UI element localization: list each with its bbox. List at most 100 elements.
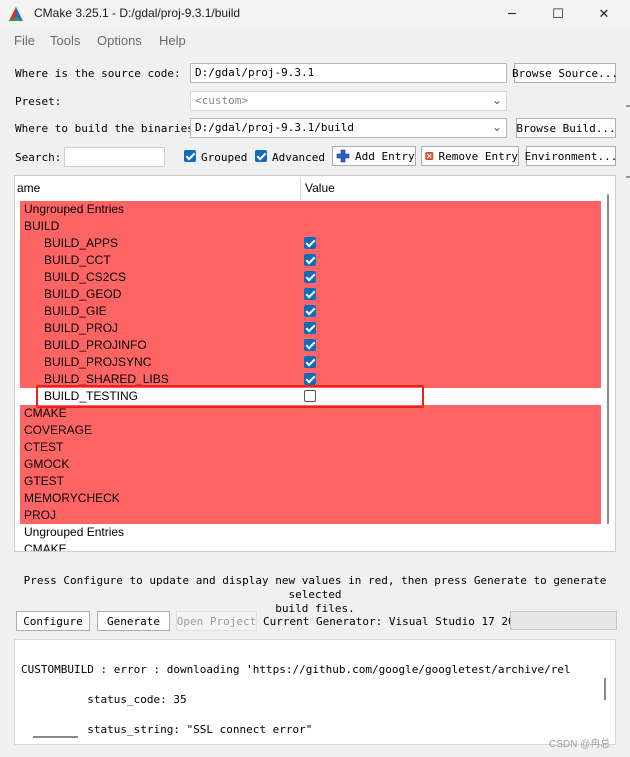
table-row[interactable]: BUILD_APPS xyxy=(20,235,601,252)
menu-tools[interactable]: Tools xyxy=(50,33,80,48)
table-row[interactable]: GMOCK xyxy=(20,456,601,473)
preset-value: <custom> xyxy=(195,94,248,107)
row-label: BUILD_SHARED_LIBS xyxy=(44,372,169,386)
output-hscrollbar-thumb[interactable] xyxy=(33,736,78,738)
preset-label: Preset: xyxy=(15,95,62,108)
browse-build-button[interactable]: Browse Build... xyxy=(516,118,616,138)
table-scrollbar[interactable] xyxy=(603,176,615,551)
row-label: BUILD_PROJ xyxy=(44,321,119,335)
table-row[interactable]: Ungrouped Entries xyxy=(20,201,601,218)
row-label: Ungrouped Entries xyxy=(24,525,125,539)
table-row[interactable]: GTEST xyxy=(20,473,601,490)
advanced-checkbox[interactable] xyxy=(255,150,267,162)
row-label: Ungrouped Entries xyxy=(24,202,125,216)
x-icon xyxy=(425,152,434,160)
title-bar: CMake 3.25.1 - D:/gdal/proj-9.3.1/build … xyxy=(0,0,630,28)
column-header-name[interactable]: ame xyxy=(17,176,299,200)
table-row[interactable]: PROJ xyxy=(20,507,601,524)
row-label: BUILD_PROJINFO xyxy=(44,338,147,352)
row-label: GMOCK xyxy=(24,457,70,471)
row-value-checkbox[interactable] xyxy=(304,373,316,385)
table-row[interactable]: BUILD_PROJINFO xyxy=(20,337,601,354)
row-value-checkbox[interactable] xyxy=(304,271,316,283)
table-row[interactable]: CMAKE xyxy=(20,541,601,552)
row-value-checkbox[interactable] xyxy=(304,254,316,266)
table-row[interactable]: BUILD_CCT xyxy=(20,252,601,269)
remove-entry-button[interactable]: Remove Entry xyxy=(421,146,519,166)
row-label: BUILD xyxy=(24,219,60,233)
preset-combo[interactable]: <custom> ⌄ xyxy=(190,91,507,111)
table-row[interactable]: BUILD_PROJSYNC xyxy=(20,354,601,371)
output-line: status_code: 35 xyxy=(21,693,187,706)
table-row[interactable]: BUILD_PROJ xyxy=(20,320,601,337)
maximize-button[interactable]: ☐ xyxy=(536,0,580,28)
row-value-checkbox[interactable] xyxy=(304,237,316,249)
table-row[interactable]: CTEST xyxy=(20,439,601,456)
row-label: MEMORYCHECK xyxy=(24,491,120,505)
cmake-window: CMake 3.25.1 - D:/gdal/proj-9.3.1/build … xyxy=(0,0,630,757)
row-label: CMAKE xyxy=(24,542,67,552)
menu-bar: File Tools Options Help xyxy=(0,30,630,52)
menu-help[interactable]: Help xyxy=(159,33,186,48)
grouped-checkbox[interactable] xyxy=(184,150,196,162)
row-value-checkbox[interactable] xyxy=(304,288,316,300)
table-row[interactable]: BUILD_GEOD xyxy=(20,286,601,303)
table-row[interactable]: BUILD_GIE xyxy=(20,303,601,320)
current-generator-label: Current Generator: Visual Studio 17 2022 xyxy=(263,615,528,628)
grouped-label: Grouped xyxy=(201,151,248,164)
row-label: GTEST xyxy=(24,474,65,488)
row-label: BUILD_CS2CS xyxy=(44,270,127,284)
menu-options[interactable]: Options xyxy=(97,33,142,48)
output-line: CUSTOMBUILD : error : downloading 'https… xyxy=(21,663,571,676)
binaries-value: D:/gdal/proj-9.3.1/build xyxy=(195,121,354,134)
source-input[interactable]: D:/gdal/proj-9.3.1 xyxy=(190,63,507,83)
output-log[interactable]: CUSTOMBUILD : error : downloading 'https… xyxy=(14,639,616,745)
row-value-checkbox[interactable] xyxy=(304,356,316,368)
row-value-checkbox[interactable] xyxy=(304,322,316,334)
row-value-checkbox[interactable] xyxy=(304,305,316,317)
configure-button[interactable]: Configure xyxy=(16,611,90,631)
row-label: CTEST xyxy=(24,440,64,454)
row-label: BUILD_CCT xyxy=(44,253,111,267)
cache-table: ame Value Ungrouped Entries BUILD BUILD_AP… xyxy=(14,175,616,552)
instruction-line-1: Press Configure to update and display ne… xyxy=(23,574,607,601)
row-label: BUILD_PROJSYNC xyxy=(44,355,152,369)
highlight-box-build-testing xyxy=(36,385,424,408)
browse-source-button[interactable]: Browse Source... xyxy=(512,63,618,83)
window-title: CMake 3.25.1 - D:/gdal/proj-9.3.1/build xyxy=(34,6,241,20)
row-label: COVERAGE xyxy=(24,423,93,437)
generate-button[interactable]: Generate xyxy=(97,611,170,631)
column-header-value[interactable]: Value xyxy=(305,176,595,200)
advanced-label: Advanced xyxy=(272,151,325,164)
binaries-combo[interactable]: D:/gdal/proj-9.3.1/build ⌄ xyxy=(190,118,507,138)
search-label: Search: xyxy=(15,151,62,164)
minimize-button[interactable]: ─ xyxy=(490,0,534,28)
menu-file[interactable]: File xyxy=(14,33,35,48)
plus-icon xyxy=(336,149,350,163)
row-label: BUILD_GEOD xyxy=(44,287,122,301)
row-value-checkbox[interactable] xyxy=(304,339,316,351)
open-project-button[interactable]: Open Project xyxy=(176,611,257,631)
remove-entry-label: Remove Entry xyxy=(438,149,518,163)
row-label: PROJ xyxy=(24,508,57,522)
search-input[interactable] xyxy=(64,147,165,167)
instruction-message: Press Configure to update and display ne… xyxy=(18,574,612,616)
table-row[interactable]: MEMORYCHECK xyxy=(20,490,601,507)
output-scrollbar-thumb[interactable] xyxy=(604,678,606,700)
close-button[interactable]: ✕ xyxy=(582,0,626,28)
scrollbar-thumb[interactable] xyxy=(607,194,609,524)
cmake-triangle-icon xyxy=(9,7,23,21)
row-label: CMAKE xyxy=(24,406,67,420)
table-row[interactable]: BUILD_CS2CS xyxy=(20,269,601,286)
add-entry-button[interactable]: Add Entry xyxy=(332,146,416,166)
environment-button[interactable]: Environment... xyxy=(525,146,617,166)
table-row[interactable]: Ungrouped Entries xyxy=(20,524,601,541)
table-row[interactable]: BUILD xyxy=(20,218,601,235)
column-separator xyxy=(300,178,301,200)
add-entry-label: Add Entry xyxy=(355,149,415,163)
table-row[interactable]: COVERAGE xyxy=(20,422,601,439)
row-label: BUILD_APPS xyxy=(44,236,119,250)
output-line: status_string: "SSL connect error" xyxy=(21,723,313,736)
window-edge xyxy=(626,105,630,107)
chevron-down-icon: ⌄ xyxy=(491,93,502,107)
